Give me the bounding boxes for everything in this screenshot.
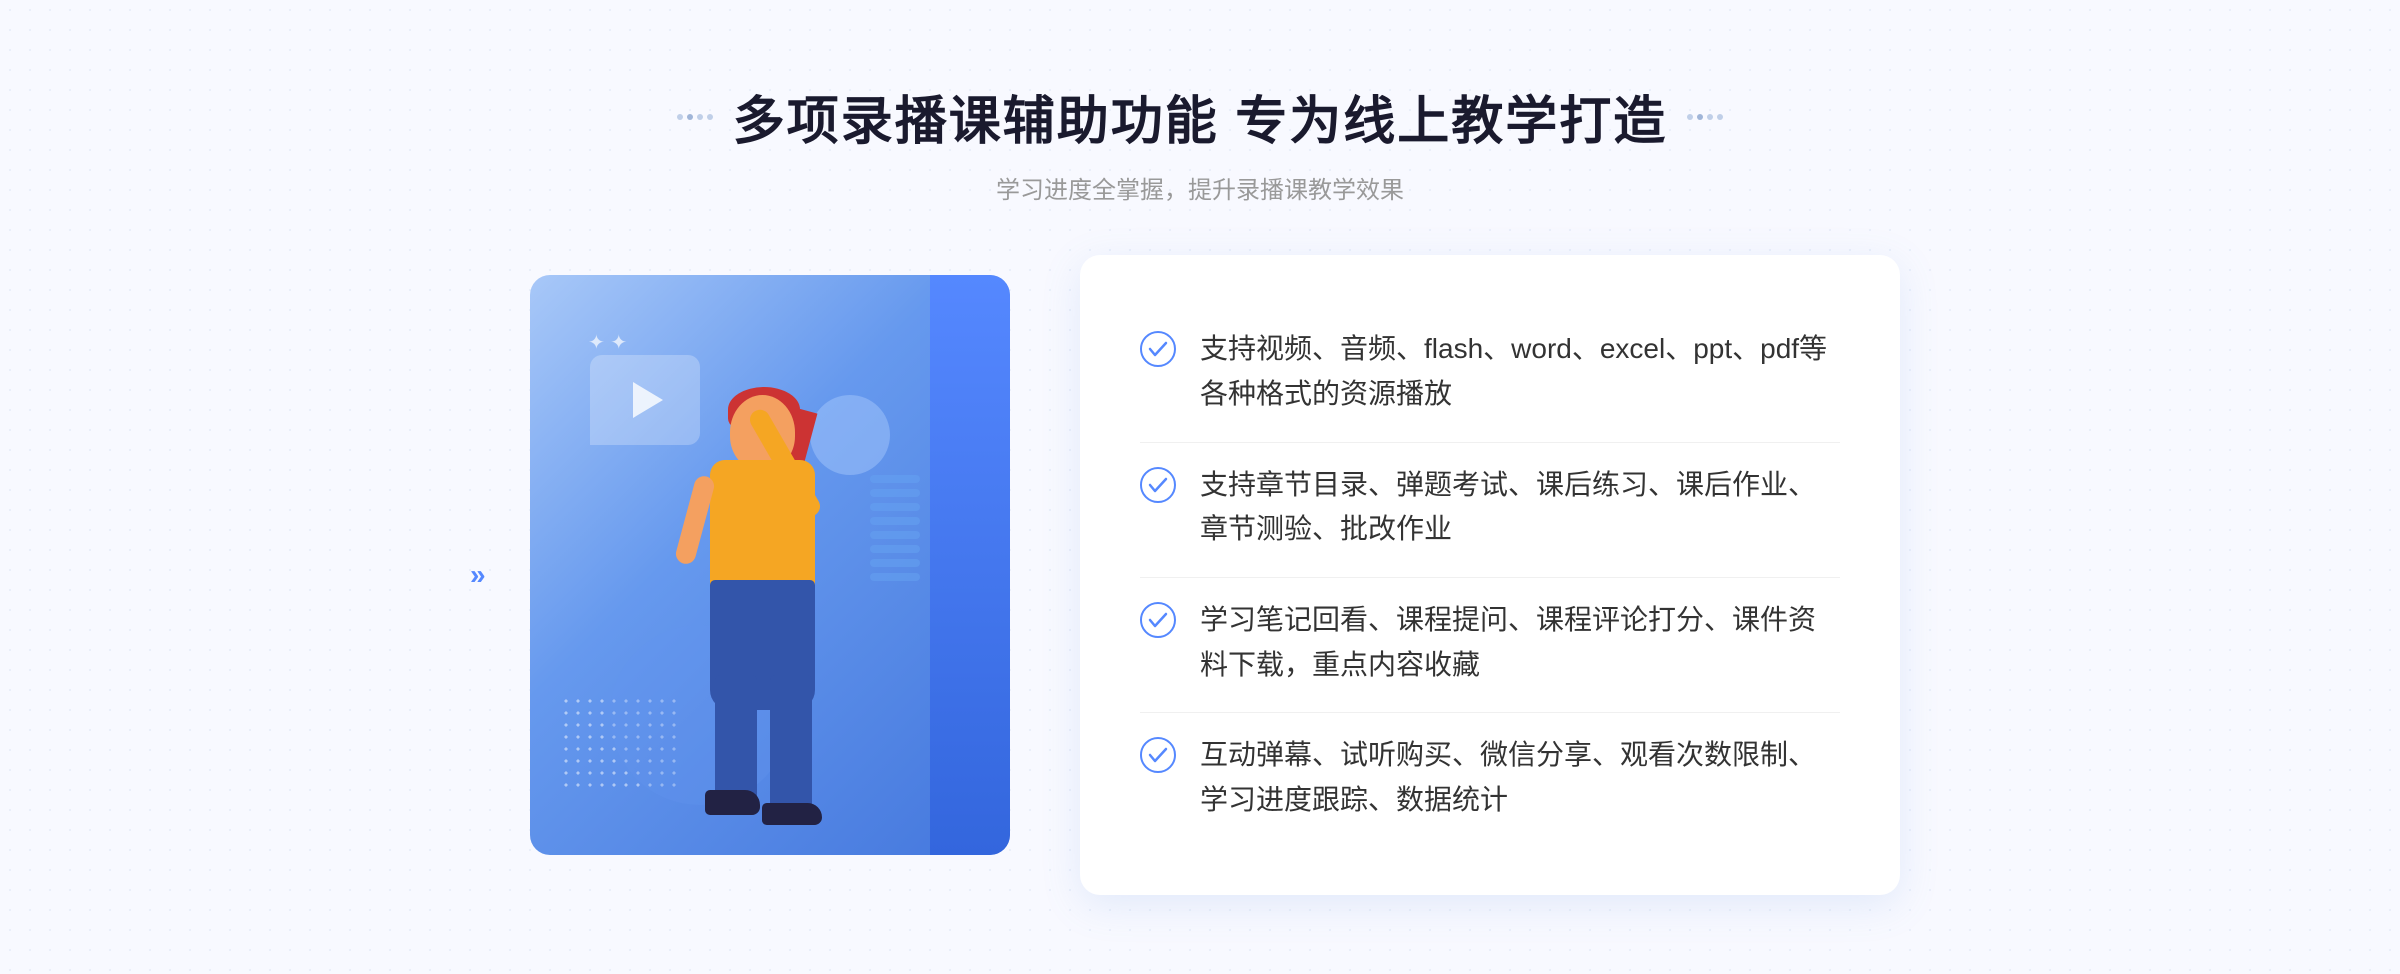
feature-text-1: 支持视频、音频、flash、word、excel、ppt、pdf等各种格式的资源…: [1200, 327, 1840, 417]
check-icon-3: [1140, 602, 1176, 638]
feature-text-2: 支持章节目录、弹题考试、课后练习、课后作业、章节测验、批改作业: [1200, 463, 1840, 553]
person-leg-right: [770, 675, 812, 815]
chevron-icon: »: [470, 561, 486, 589]
feature-item-4: 互动弹幕、试听购买、微信分享、观看次数限制、学习进度跟踪、数据统计: [1140, 712, 1840, 843]
illustration-area: » ✦ ✦: [500, 255, 1060, 895]
check-icon-4: [1140, 737, 1176, 773]
person-illustration: [610, 375, 890, 855]
check-icon-2: [1140, 467, 1176, 503]
page-container: 多项录播课辅助功能 专为线上教学打造 学习进度全掌握，提升录播课教学效果 » ✦…: [0, 0, 2400, 974]
left-chevrons: »: [470, 561, 486, 589]
person-shoe-left: [705, 790, 760, 815]
content-wrapper: » ✦ ✦: [500, 255, 1900, 895]
person-shoe-right: [762, 803, 822, 825]
person-body: [710, 460, 815, 590]
title-decoration-right: [1687, 114, 1723, 120]
feature-item-1: 支持视频、音频、flash、word、excel、ppt、pdf等各种格式的资源…: [1140, 307, 1840, 437]
blue-bar: [930, 275, 1010, 855]
person-leg-left: [715, 675, 757, 805]
title-decoration-left: [677, 114, 713, 120]
title-row: 多项录播课辅助功能 专为线上教学打造: [677, 79, 1723, 154]
feature-item-3: 学习笔记回看、课程提问、课程评论打分、课件资料下载，重点内容收藏: [1140, 577, 1840, 708]
sparkle-icon: ✦ ✦: [588, 330, 627, 355]
page-subtitle: 学习进度全掌握，提升录播课教学效果: [677, 170, 1723, 205]
header-section: 多项录播课辅助功能 专为线上教学打造 学习进度全掌握，提升录播课教学效果: [677, 79, 1723, 205]
page-title: 多项录播课辅助功能 专为线上教学打造: [733, 79, 1667, 154]
illustration-bg: ✦ ✦: [530, 275, 1010, 855]
feature-item-2: 支持章节目录、弹题考试、课后练习、课后作业、章节测验、批改作业: [1140, 442, 1840, 573]
feature-text-3: 学习笔记回看、课程提问、课程评论打分、课件资料下载，重点内容收藏: [1200, 598, 1840, 688]
features-area: 支持视频、音频、flash、word、excel、ppt、pdf等各种格式的资源…: [1080, 255, 1900, 895]
check-icon-1: [1140, 331, 1176, 367]
feature-text-4: 互动弹幕、试听购买、微信分享、观看次数限制、学习进度跟踪、数据统计: [1200, 733, 1840, 823]
